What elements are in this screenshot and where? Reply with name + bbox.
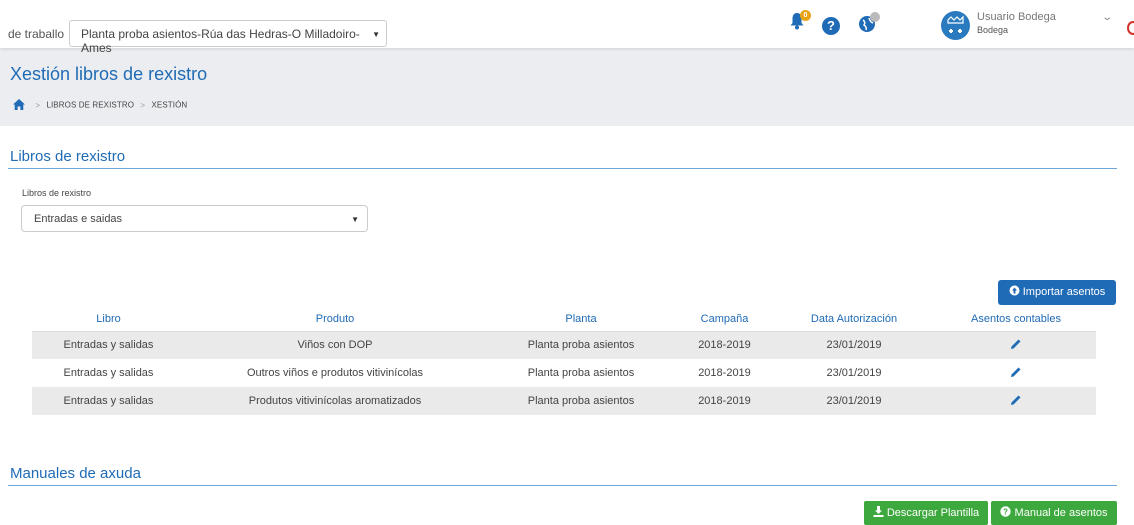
caret-down-icon: ▼ [351, 215, 359, 224]
column-header-libro[interactable]: Libro [32, 307, 185, 332]
import-entries-button[interactable]: Importar asentos [998, 280, 1116, 305]
column-header-planta[interactable]: Planta [485, 307, 677, 332]
import-entries-label: Importar asentos [1022, 286, 1106, 298]
globe-icon[interactable] [858, 12, 880, 37]
notifications-bell-icon[interactable]: 0 [789, 10, 811, 34]
cell-planta: Planta proba asientos [485, 387, 677, 415]
cell-produto: Outros viños e produtos vitivinícolas [185, 359, 485, 387]
entries-manual-label: Manual de asentos [1014, 507, 1108, 519]
books-select-label: Libros de rexistro [22, 188, 92, 198]
chevron-down-icon[interactable]: ⌄ [1101, 12, 1113, 23]
power-icon[interactable] [1127, 21, 1134, 35]
cell-libro: Entradas y salidas [32, 387, 185, 415]
help-icon[interactable]: ? [822, 17, 840, 35]
page-header [0, 48, 1134, 126]
column-header-asentos-contables: Asentos contables [936, 307, 1096, 332]
table-row: Entradas y salidas Viños con DOP Planta … [32, 331, 1096, 359]
books-select-value: Entradas e saidas [34, 213, 123, 225]
column-header-produto[interactable]: Produto [185, 307, 485, 332]
cell-data-autorizacion: 23/01/2019 [772, 387, 936, 415]
user-avatar[interactable] [941, 11, 970, 40]
cell-asentos [936, 331, 1096, 359]
cell-libro: Entradas y salidas [32, 359, 185, 387]
upload-circle-icon [1009, 285, 1020, 296]
pencil-icon[interactable] [1010, 366, 1022, 381]
cell-asentos [936, 387, 1096, 415]
cell-produto: Produtos vitivinícolas aromatizados [185, 387, 485, 415]
question-circle-icon: ? [1000, 506, 1012, 517]
cell-libro: Entradas y salidas [32, 331, 185, 359]
books-section-title: Libros de rexistro [10, 148, 126, 165]
entries-manual-button[interactable]: ? Manual de asentos [991, 501, 1117, 525]
cell-campana: 2018-2019 [677, 387, 772, 415]
workplace-select[interactable]: Planta proba asientos-Rúa das Hedras-O M… [69, 20, 387, 55]
pencil-icon[interactable] [1010, 338, 1022, 353]
cell-data-autorizacion: 23/01/2019 [772, 331, 936, 359]
cell-planta: Planta proba asientos [485, 331, 677, 359]
column-header-campana[interactable]: Campaña [677, 307, 772, 332]
cell-asentos [936, 359, 1096, 387]
breadcrumb-separator: > [35, 100, 41, 110]
breadcrumb-item-xestion: XESTIÓN [151, 100, 188, 110]
section-divider [8, 168, 1117, 169]
caret-down-icon: ▼ [372, 30, 380, 39]
svg-text:?: ? [1004, 507, 1009, 516]
cell-produto: Viños con DOP [185, 331, 485, 359]
user-role: Bodega [977, 25, 1009, 35]
breadcrumb-item-libros[interactable]: LIBROS DE REXISTRO [46, 101, 134, 110]
cell-data-autorizacion: 23/01/2019 [772, 359, 936, 387]
page-title: Xestión libros de rexistro [10, 64, 208, 84]
books-table: Libro Produto Planta Campaña Data Autori… [32, 307, 1096, 415]
section-divider [8, 485, 1117, 486]
globe-badge [870, 12, 880, 22]
download-template-label: Descargar Plantilla [886, 507, 980, 519]
table-row: Entradas y salidas Produtos vitivinícola… [32, 387, 1096, 415]
notifications-count-badge: 0 [800, 10, 811, 21]
top-navigation-bar: de traballo Planta proba asientos-Rúa da… [0, 0, 1134, 55]
cell-campana: 2018-2019 [677, 359, 772, 387]
pencil-icon[interactable] [1010, 394, 1022, 409]
home-icon[interactable] [13, 99, 25, 112]
avatar-icon [947, 15, 964, 33]
workplace-label: de traballo [8, 27, 65, 41]
cell-campana: 2018-2019 [677, 331, 772, 359]
download-icon [873, 506, 884, 517]
cell-planta: Planta proba asientos [485, 359, 677, 387]
breadcrumb-separator: > [140, 100, 146, 110]
manuals-section-title: Manuales de axuda [10, 465, 141, 482]
user-name: Usuario Bodega [977, 11, 1056, 23]
breadcrumb: > LIBROS DE REXISTRO > XESTIÓN [13, 99, 187, 112]
books-select[interactable]: Entradas e saidas ▼ [21, 205, 368, 232]
download-template-button[interactable]: Descargar Plantilla [864, 501, 988, 525]
column-header-data-autorizacion[interactable]: Data Autorización [772, 307, 936, 332]
table-header-row: Libro Produto Planta Campaña Data Autori… [32, 307, 1096, 332]
table-row: Entradas y salidas Outros viños e produt… [32, 359, 1096, 387]
